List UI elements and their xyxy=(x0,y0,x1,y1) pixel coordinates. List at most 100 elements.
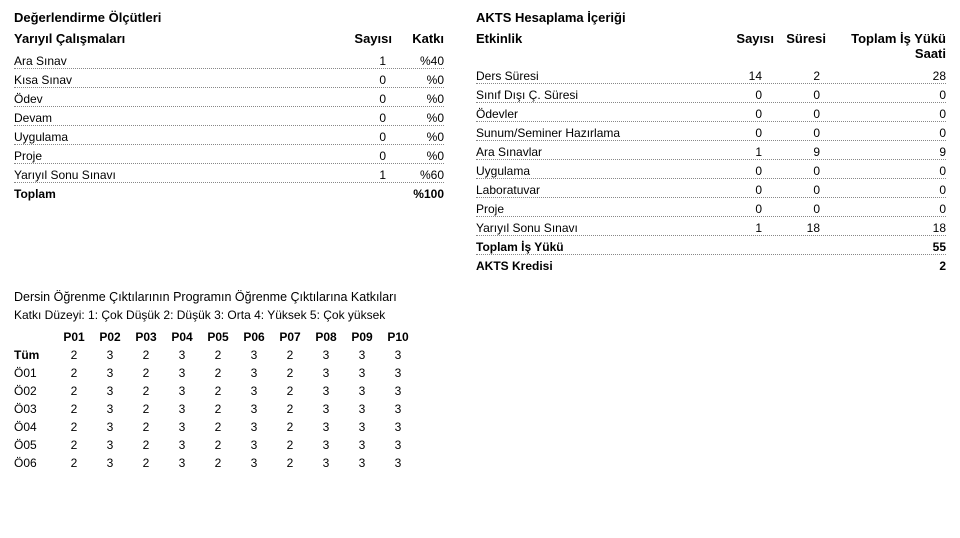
ects-header: Etkinlik Sayısı Süresi Toplam İş Yükü Sa… xyxy=(476,31,946,61)
matrix-cell: 2 xyxy=(56,436,92,454)
total-value: %100 xyxy=(386,187,444,202)
row-c: 0 xyxy=(820,183,946,198)
matrix-cell: 2 xyxy=(200,454,236,472)
row-label: Sınıf Dışı Ç. Süresi xyxy=(476,88,704,103)
row-c: 0 xyxy=(820,88,946,103)
table-row: Yarıyıl Sonu Sınavı1%60 xyxy=(14,164,444,183)
contribution-subtitle: Katkı Düzeyi: 1: Çok Düşük 2: Düşük 3: O… xyxy=(14,308,644,322)
row-count: 0 xyxy=(328,73,386,88)
total-workload-value: 55 xyxy=(820,240,946,255)
table-row: Proje000 xyxy=(476,198,946,217)
table-total-row: Toplam %100 xyxy=(14,183,444,202)
assessment-header: Yarıyıl Çalışmaları Sayısı Katkı xyxy=(14,31,444,46)
row-contrib: %0 xyxy=(386,92,444,107)
matrix-cell: 3 xyxy=(344,436,380,454)
matrix-cell: 2 xyxy=(128,418,164,436)
row-c: 9 xyxy=(820,145,946,160)
ects-credit-label: AKTS Kredisi xyxy=(476,259,704,274)
matrix-col-header: P03 xyxy=(128,328,164,346)
matrix-cell: 3 xyxy=(164,346,200,364)
table-row: Ödev0%0 xyxy=(14,88,444,107)
matrix-cell: 3 xyxy=(380,382,416,400)
row-c: 0 xyxy=(820,126,946,141)
matrix-cell: 3 xyxy=(236,400,272,418)
matrix-row: Ö052323232333 xyxy=(14,436,416,454)
matrix-cell: 2 xyxy=(272,364,308,382)
matrix-col-header: P08 xyxy=(308,328,344,346)
matrix-cell: 3 xyxy=(92,418,128,436)
matrix-cell: 3 xyxy=(236,418,272,436)
table-row: Sunum/Seminer Hazırlama000 xyxy=(476,122,946,141)
assessment-col-count: Sayısı xyxy=(340,31,392,46)
matrix-cell: 3 xyxy=(380,418,416,436)
table-row: Laboratuvar000 xyxy=(476,179,946,198)
row-b: 0 xyxy=(762,126,820,141)
matrix-cell: 3 xyxy=(236,346,272,364)
row-count: 1 xyxy=(328,168,386,183)
matrix-cell: 2 xyxy=(272,436,308,454)
row-b: 9 xyxy=(762,145,820,160)
matrix-cell: 3 xyxy=(164,400,200,418)
assessment-col-label: Yarıyıl Çalışmaları xyxy=(14,31,340,46)
matrix-col-header: P06 xyxy=(236,328,272,346)
ects-panel: AKTS Hesaplama İçeriği Etkinlik Sayısı S… xyxy=(476,8,946,274)
matrix-cell: 2 xyxy=(56,346,92,364)
row-a: 0 xyxy=(704,88,762,103)
row-b: 0 xyxy=(762,202,820,217)
matrix-cell: 2 xyxy=(200,400,236,418)
matrix-col-header: P04 xyxy=(164,328,200,346)
table-row: Yarıyıl Sonu Sınavı11818 xyxy=(476,217,946,236)
table-total-row: AKTS Kredisi2 xyxy=(476,255,946,274)
row-label: Ödevler xyxy=(476,107,704,122)
matrix-cell: 3 xyxy=(164,418,200,436)
matrix-cell: 2 xyxy=(56,382,92,400)
matrix-cell: 2 xyxy=(272,454,308,472)
table-row: Proje0%0 xyxy=(14,145,444,164)
matrix-cell: 3 xyxy=(308,382,344,400)
matrix-cell: 2 xyxy=(128,364,164,382)
matrix-cell: 3 xyxy=(380,400,416,418)
matrix-cell: 3 xyxy=(380,436,416,454)
row-a: 0 xyxy=(704,183,762,198)
row-c: 0 xyxy=(820,202,946,217)
total-workload-label: Toplam İş Yükü xyxy=(476,240,704,255)
row-a: 1 xyxy=(704,221,762,236)
matrix-cell: 3 xyxy=(308,418,344,436)
matrix-row-header: Ö02 xyxy=(14,382,56,400)
total-label: Toplam xyxy=(14,187,328,202)
matrix-cell: 2 xyxy=(128,400,164,418)
matrix-cell: 3 xyxy=(308,454,344,472)
matrix-cell: 3 xyxy=(308,346,344,364)
matrix-row-header: Ö04 xyxy=(14,418,56,436)
row-c: 18 xyxy=(820,221,946,236)
row-contrib: %0 xyxy=(386,73,444,88)
row-label: Uygulama xyxy=(14,130,328,145)
matrix-row: Ö022323232333 xyxy=(14,382,416,400)
table-row: Kısa Sınav0%0 xyxy=(14,69,444,88)
table-row: Ara Sınav1%40 xyxy=(14,50,444,69)
row-count: 0 xyxy=(328,130,386,145)
ects-col-activity: Etkinlik xyxy=(476,31,722,61)
table-row: Sınıf Dışı Ç. Süresi000 xyxy=(476,84,946,103)
assessment-rows: Ara Sınav1%40Kısa Sınav0%0Ödev0%0Devam0%… xyxy=(14,50,444,202)
contribution-matrix: P01P02P03P04P05P06P07P08P09P10Tüm2323232… xyxy=(14,328,416,472)
table-row: Devam0%0 xyxy=(14,107,444,126)
matrix-cell: 3 xyxy=(164,454,200,472)
row-b: 0 xyxy=(762,88,820,103)
row-a: 0 xyxy=(704,164,762,179)
matrix-row: Ö062323232333 xyxy=(14,454,416,472)
row-label: Uygulama xyxy=(476,164,704,179)
row-count: 1 xyxy=(328,54,386,69)
matrix-row: Ö032323232333 xyxy=(14,400,416,418)
ects-col-count: Sayısı xyxy=(722,31,774,61)
row-a: 0 xyxy=(704,126,762,141)
row-b: 18 xyxy=(762,221,820,236)
table-row: Uygulama000 xyxy=(476,160,946,179)
matrix-row: Tüm2323232333 xyxy=(14,346,416,364)
row-a: 1 xyxy=(704,145,762,160)
matrix-cell: 3 xyxy=(164,382,200,400)
matrix-cell: 3 xyxy=(308,400,344,418)
row-label: Yarıyıl Sonu Sınavı xyxy=(14,168,328,183)
row-a: 14 xyxy=(704,69,762,84)
row-count: 0 xyxy=(328,92,386,107)
